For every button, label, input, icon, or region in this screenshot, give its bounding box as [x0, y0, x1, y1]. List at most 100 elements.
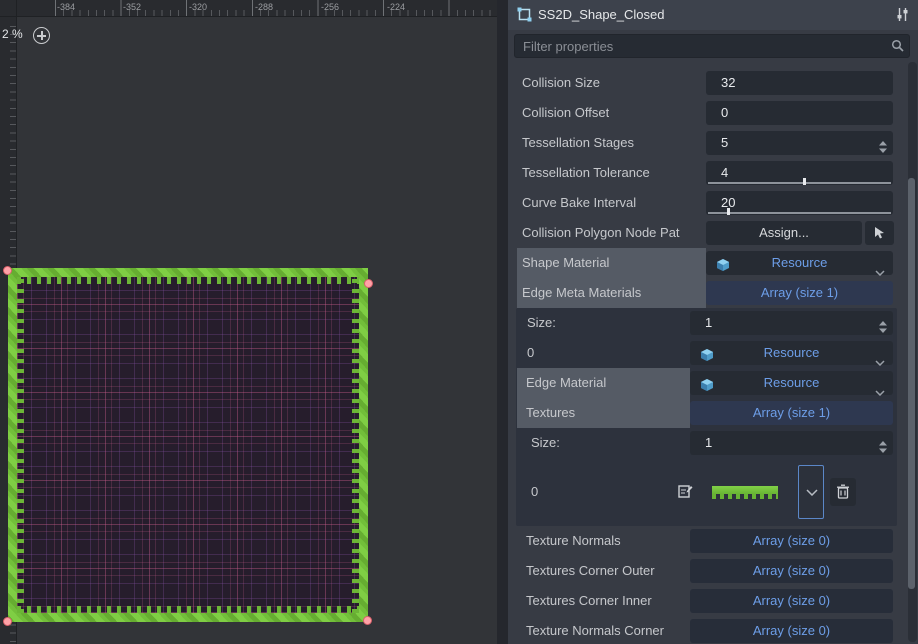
zoom-in-icon[interactable]	[33, 27, 50, 44]
inspected-object-title: SS2D_Shape_Closed	[538, 0, 664, 30]
grass-edge-left	[17, 277, 24, 613]
shape-fill-texture	[17, 277, 359, 613]
field-value: 4	[706, 165, 728, 180]
slider-grabber[interactable]	[727, 208, 730, 215]
vertex-handle-bottom-left[interactable]	[3, 617, 12, 626]
property-row-edge-meta-materials: Edge Meta Materials Array (size 1)	[508, 278, 904, 308]
inspector-scrollbar[interactable]	[908, 62, 917, 642]
property-label: Edge Material	[521, 368, 606, 398]
property-row-texture-normals: Texture Normals Array (size 0)	[508, 526, 904, 556]
property-label: Textures Corner Outer	[521, 556, 655, 586]
textures-corner-inner-array-button[interactable]: Array (size 0)	[690, 589, 893, 613]
property-row-textures-corner-inner: Textures Corner Inner Array (size 0)	[508, 586, 904, 616]
property-row-collision-polygon: Collision Polygon Node Pat Assign...	[508, 218, 904, 248]
property-label: Textures Corner Inner	[521, 586, 652, 616]
scrollbar-thumb[interactable]	[908, 178, 915, 589]
slider-track[interactable]	[708, 212, 891, 214]
texture-preview-thumbnail[interactable]	[712, 486, 778, 499]
assign-nodepath-button[interactable]: Assign...	[706, 221, 862, 245]
array-index-label: 0	[526, 458, 538, 526]
property-label: Texture Normals	[521, 526, 621, 556]
field-value: 20	[706, 195, 735, 210]
array-index-label: 0	[522, 338, 534, 368]
object-tools-icon[interactable]	[895, 7, 910, 27]
textures-array-size-field[interactable]: 1	[690, 431, 893, 455]
property-row-textures-corner-outer: Textures Corner Outer Array (size 0)	[508, 556, 904, 586]
chevron-down-icon	[806, 489, 818, 496]
texture-normals-corner-array-button[interactable]: Array (size 0)	[690, 619, 893, 643]
filter-properties-input[interactable]	[514, 34, 910, 58]
textures-corner-outer-array-button[interactable]: Array (size 0)	[690, 559, 893, 583]
panel-splitter[interactable]	[497, 0, 508, 644]
tessellation-tolerance-slider[interactable]: 4	[706, 161, 893, 185]
tessellation-stages-field[interactable]: 5	[706, 131, 893, 155]
property-row-collision-offset: Collision Offset 0	[508, 98, 904, 128]
array-item-row-0: 0 Resource	[508, 338, 904, 368]
size-label: Size:	[526, 428, 560, 458]
edge-meta-materials-array-button[interactable]: Array (size 1)	[706, 281, 893, 305]
property-label: Collision Polygon Node Pat	[517, 218, 680, 248]
pick-node-button[interactable]	[865, 221, 894, 245]
property-row-shape-material: Shape Material Resource	[508, 248, 904, 278]
field-value: 1	[690, 315, 712, 330]
property-row-tessellation-tolerance: Tessellation Tolerance 4	[508, 158, 904, 188]
grass-edge-right	[352, 277, 359, 613]
collision-size-field[interactable]: 32	[706, 71, 893, 95]
size-label: Size:	[522, 308, 556, 338]
ss2d-shape-node[interactable]	[8, 268, 368, 622]
property-row-textures: Textures Array (size 1)	[508, 398, 904, 428]
property-label: Tessellation Tolerance	[517, 158, 650, 188]
property-label: Shape Material	[517, 248, 609, 278]
vertex-handle-top-left[interactable]	[3, 266, 12, 275]
property-label: Curve Bake Interval	[517, 188, 636, 218]
array-size-row: Size: 1	[508, 428, 904, 458]
delete-texture-button[interactable]	[830, 478, 856, 506]
property-row-collision-size: Collision Size 32	[508, 68, 904, 98]
ruler-label: -320	[189, 2, 207, 12]
field-value: 0	[706, 105, 728, 120]
property-label: Collision Size	[517, 68, 600, 98]
property-label: Textures	[521, 398, 575, 428]
property-row-tessellation-stages: Tessellation Stages 5	[508, 128, 904, 158]
grass-edge-top	[17, 277, 359, 284]
ruler-label: -288	[255, 2, 273, 12]
curve-bake-interval-slider[interactable]: 20	[706, 191, 893, 215]
meta-array-size-field[interactable]: 1	[690, 311, 893, 335]
vertex-handle-top-right[interactable]	[364, 279, 373, 288]
trash-icon	[836, 484, 850, 499]
property-label: Texture Normals Corner	[521, 616, 664, 644]
resource-cube-icon	[700, 346, 714, 370]
texture-item-row-0: 0	[508, 458, 904, 526]
edit-texture-icon[interactable]	[678, 484, 693, 504]
texture-normals-array-button[interactable]: Array (size 0)	[690, 529, 893, 553]
inspector-header: SS2D_Shape_Closed	[508, 0, 918, 31]
zoom-percentage[interactable]: 2 %	[2, 27, 23, 41]
resource-cube-icon	[700, 376, 714, 400]
field-value: 5	[706, 135, 728, 150]
field-value: 1	[690, 435, 712, 450]
vertex-handle-bottom-right[interactable]	[363, 616, 372, 625]
grass-edge-bottom	[17, 606, 359, 613]
texture-dropdown-button[interactable]	[798, 465, 824, 519]
ruler-corner	[0, 0, 17, 17]
ruler-label: -352	[123, 2, 141, 12]
horizontal-ruler: -384 -352 -320 -288 -256 -224	[16, 0, 497, 17]
textures-array-button[interactable]: Array (size 1)	[690, 401, 893, 425]
slider-grabber[interactable]	[803, 178, 806, 185]
node-class-icon	[517, 7, 532, 27]
resource-value: Resource	[764, 375, 820, 390]
canvas-viewport[interactable]: -384 -352 -320 -288 -256 -224 2 %	[0, 0, 497, 644]
inspector-panel: SS2D_Shape_Closed Collision Size 32 Coll…	[508, 0, 918, 644]
property-row-edge-material: Edge Material Resource	[508, 368, 904, 398]
resource-cube-icon	[716, 256, 730, 280]
resource-value: Resource	[772, 255, 828, 270]
slider-track[interactable]	[708, 182, 891, 184]
field-value: 32	[706, 75, 735, 90]
edge-material-resource-dropdown[interactable]: Resource	[690, 371, 893, 395]
collision-offset-field[interactable]: 0	[706, 101, 893, 125]
array-size-row: Size: 1	[508, 308, 904, 338]
meta-item-resource-dropdown[interactable]: Resource	[690, 341, 893, 365]
ruler-label: -224	[387, 2, 405, 12]
shape-material-resource-dropdown[interactable]: Resource	[706, 251, 893, 275]
ruler-label: -384	[57, 2, 75, 12]
